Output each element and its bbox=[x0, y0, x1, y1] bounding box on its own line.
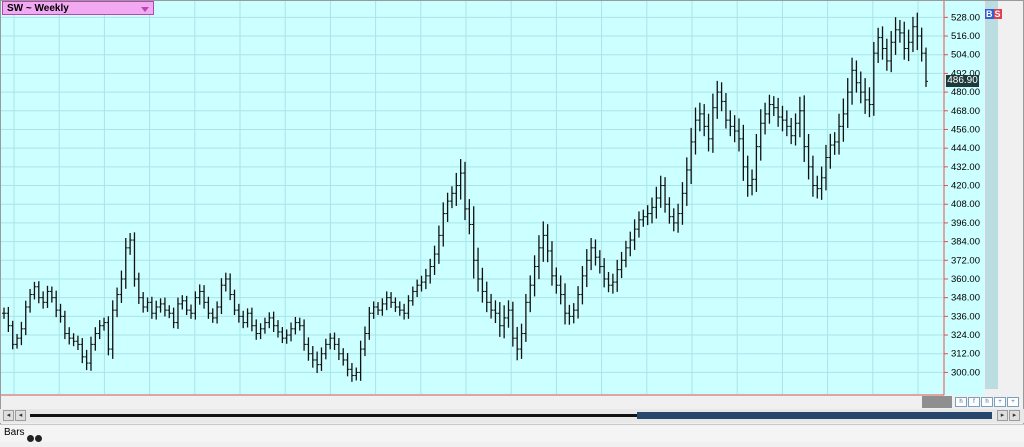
last-price-tag: 486.90 bbox=[946, 75, 979, 88]
scroll-left-button[interactable]: ◂ bbox=[15, 410, 26, 421]
y-tick-label: 480.00 bbox=[951, 87, 980, 98]
zoom-button-1[interactable]: h bbox=[955, 397, 967, 407]
status-bar: Bars bbox=[0, 424, 1024, 442]
y-tick-label: 396.00 bbox=[951, 218, 980, 229]
y-tick-label: 348.00 bbox=[951, 293, 980, 304]
plot-background bbox=[1, 1, 943, 395]
y-tick-label: 324.00 bbox=[951, 330, 980, 341]
y-tick-label: 528.00 bbox=[951, 12, 980, 23]
y-tick-label: 384.00 bbox=[951, 237, 980, 248]
y-tick-label: 408.00 bbox=[951, 199, 980, 210]
scroll-thumb[interactable] bbox=[637, 412, 992, 419]
status-label: Bars bbox=[4, 427, 25, 438]
y-tick-label: 420.00 bbox=[951, 181, 980, 192]
corner-box bbox=[922, 396, 952, 408]
sell-button[interactable]: S bbox=[993, 9, 1002, 19]
y-tick-label: 444.00 bbox=[951, 143, 980, 154]
y-tick-label: 312.00 bbox=[951, 349, 980, 360]
zoom-in-button[interactable]: + bbox=[994, 397, 1006, 407]
buy-sell-buttons[interactable]: BS bbox=[985, 9, 1002, 20]
dropdown-arrow-icon[interactable] bbox=[141, 7, 149, 12]
zoom-button-3[interactable]: h bbox=[981, 397, 993, 407]
y-tick-label: 516.00 bbox=[951, 31, 980, 42]
y-tick-label: 456.00 bbox=[951, 124, 980, 135]
side-panel bbox=[985, 1, 998, 389]
y-tick-label: 300.00 bbox=[951, 367, 980, 378]
zoom-button-2[interactable]: f bbox=[968, 397, 980, 407]
y-tick-label: 504.00 bbox=[951, 50, 980, 61]
zoom-out-button[interactable]: + bbox=[1007, 397, 1019, 407]
buy-button[interactable]: B bbox=[985, 9, 994, 19]
symbol-selector[interactable]: SW ~ Weekly bbox=[2, 1, 154, 15]
symbol-label: SW ~ Weekly bbox=[7, 3, 69, 14]
scroll-start-button[interactable]: ◂ bbox=[3, 410, 14, 421]
scroll-end-button[interactable]: ▸ bbox=[1009, 410, 1020, 421]
y-tick-label: 360.00 bbox=[951, 274, 980, 285]
binoculars-icon[interactable] bbox=[27, 429, 43, 447]
price-chart[interactable]: 528.00516.00504.00492.00480.00468.00456.… bbox=[0, 0, 1024, 396]
y-tick-label: 468.00 bbox=[951, 106, 980, 117]
horizontal-scrollbar[interactable]: ◂ ◂ ▸ ▸ bbox=[0, 409, 1024, 423]
y-tick-label: 336.00 bbox=[951, 311, 980, 322]
y-tick-label: 432.00 bbox=[951, 162, 980, 173]
scroll-right-button[interactable]: ▸ bbox=[997, 410, 1008, 421]
y-tick-label: 372.00 bbox=[951, 255, 980, 266]
